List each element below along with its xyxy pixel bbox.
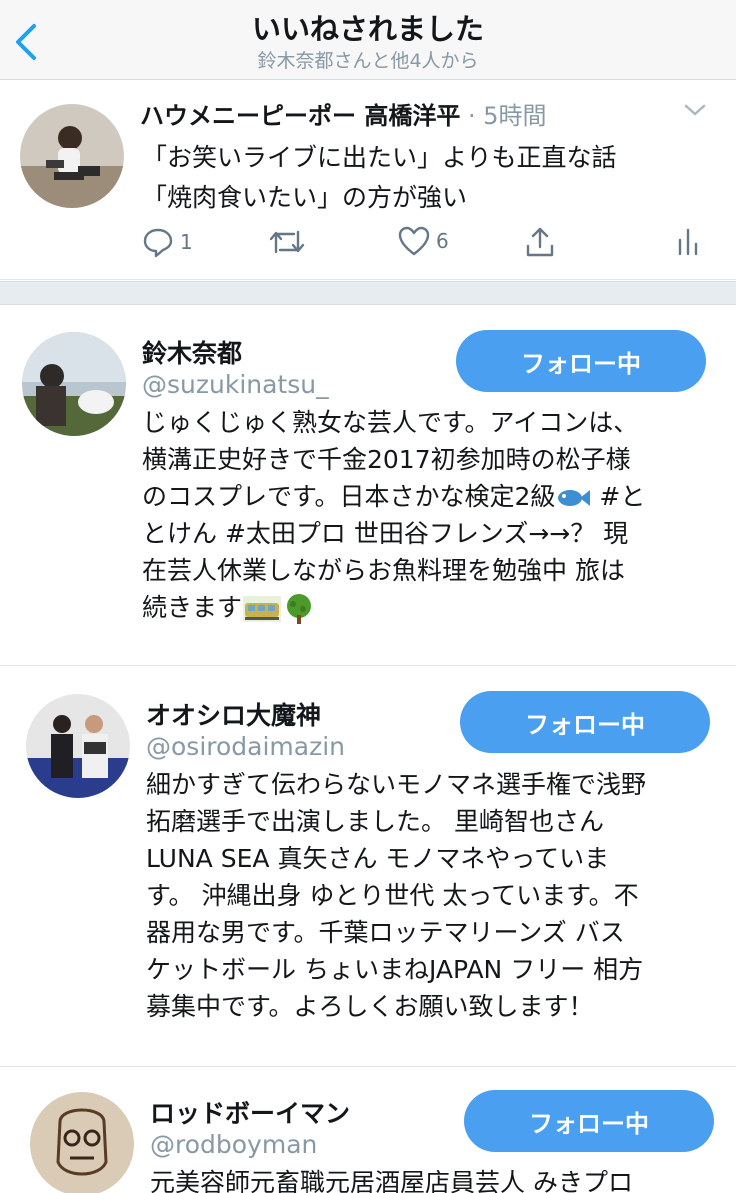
retweet-icon — [269, 230, 305, 254]
user-handle[interactable]: @osirodaimazin — [146, 732, 345, 761]
user-name[interactable]: 鈴木奈都 — [142, 334, 242, 370]
bio-line: 募集中です。よろしくお願い致します！ — [146, 992, 594, 1021]
bio-line-text: #と — [591, 482, 646, 511]
bio-line: す。 沖縄出身 ゆとり世代 太っています。不 — [146, 881, 639, 910]
reply-action[interactable]: 1 — [142, 226, 193, 258]
tweet-text-line: 「お笑いライブに出たい」よりも正直な話 — [142, 143, 617, 172]
reply-icon — [143, 228, 173, 258]
following-button[interactable]: フォロー中 — [456, 330, 706, 392]
analytics-action[interactable] — [676, 226, 700, 258]
bio-line: 横溝正史好きで千金2017初参加時の松子様 — [142, 445, 631, 474]
tweet-header: ハウメニーピーポー 高橋洋平 · 5時間 — [140, 96, 547, 131]
following-button[interactable]: フォロー中 — [464, 1090, 714, 1152]
bio-line: 続きます — [142, 589, 645, 626]
user-avatar[interactable] — [22, 332, 126, 436]
page-title: いいねされました — [251, 12, 484, 46]
bio-line: とけん #太田プロ 世田谷フレンズ→→？ 現 — [142, 519, 629, 548]
reply-count: 1 — [180, 230, 193, 254]
caret-down-icon[interactable] — [680, 98, 710, 122]
user-handle[interactable]: @suzukinatsu_ — [142, 370, 329, 399]
user-name[interactable]: ロッドボーイマン — [150, 1094, 350, 1130]
retweet-action[interactable] — [268, 226, 306, 258]
analytics-icon — [678, 228, 698, 256]
bio-line: 在芸人休業しながらお魚料理を勉強中 旅は — [142, 556, 625, 585]
like-action[interactable]: 6 — [398, 226, 449, 256]
user-handle[interactable]: @rodboyman — [150, 1130, 317, 1159]
share-icon — [526, 227, 554, 257]
bio-line: ケットボール ちょいまねJAPAN フリー 相方 — [146, 955, 644, 984]
bio-line: のコスプレです。日本さかな検定2級 #と — [142, 478, 645, 515]
bio-line: 元美容師元畜職元居酒屋店員芸人 みきプロ — [150, 1168, 633, 1193]
bio-line-text: のコスプレです。日本さかな検定2級 — [142, 482, 556, 511]
tree-emoji-icon — [287, 594, 312, 624]
tweet-author-avatar[interactable] — [20, 104, 124, 208]
user-bio: 元美容師元畜職元居酒屋店員芸人 みきプロ — [150, 1164, 633, 1193]
tweet-text-line: 「焼肉食いたい」の方が強い — [142, 183, 468, 212]
user-bio: 細かすぎて伝わらないモノマネ選手権で浅野 拓磨選手で出演しました。 里崎智也さん… — [146, 766, 646, 1025]
following-button[interactable]: フォロー中 — [460, 691, 710, 753]
page-subtitle: 鈴木奈都さんと他4人から — [257, 50, 479, 72]
train-emoji-icon — [243, 596, 282, 622]
tweet-author-name[interactable]: ハウメニーピーポー 高橋洋平 — [140, 102, 460, 130]
section-divider — [0, 281, 736, 305]
bio-line: 拓磨選手で出演しました。 里崎智也さん — [146, 807, 604, 836]
like-icon — [398, 226, 430, 256]
bio-line: 器用な男です。千葉ロッテマリーンズ バス — [146, 918, 625, 947]
user-avatar[interactable] — [30, 1092, 134, 1193]
bio-line: 細かすぎて伝わらないモノマネ選手権で浅野 — [146, 770, 647, 799]
bio-line: じゅくじゅく熟女な芸人です。アイコンは、 — [142, 408, 639, 437]
user-bio: じゅくじゅく熟女な芸人です。アイコンは、 横溝正史好きで千金2017初参加時の松… — [142, 404, 645, 626]
bio-line-text: 続きます — [142, 593, 243, 622]
user-name[interactable]: オオシロ大魔神 — [146, 696, 321, 732]
like-count: 6 — [436, 229, 449, 253]
user-avatar[interactable] — [26, 694, 130, 798]
tweet-time: · 5時間 — [468, 102, 547, 130]
bio-line: LUNA SEA 真矢さん モノマネやっていま — [146, 844, 610, 873]
fish-emoji-icon — [558, 490, 591, 506]
nav-header: いいねされました 鈴木奈都さんと他4人から — [0, 0, 736, 80]
share-action[interactable] — [524, 226, 556, 258]
